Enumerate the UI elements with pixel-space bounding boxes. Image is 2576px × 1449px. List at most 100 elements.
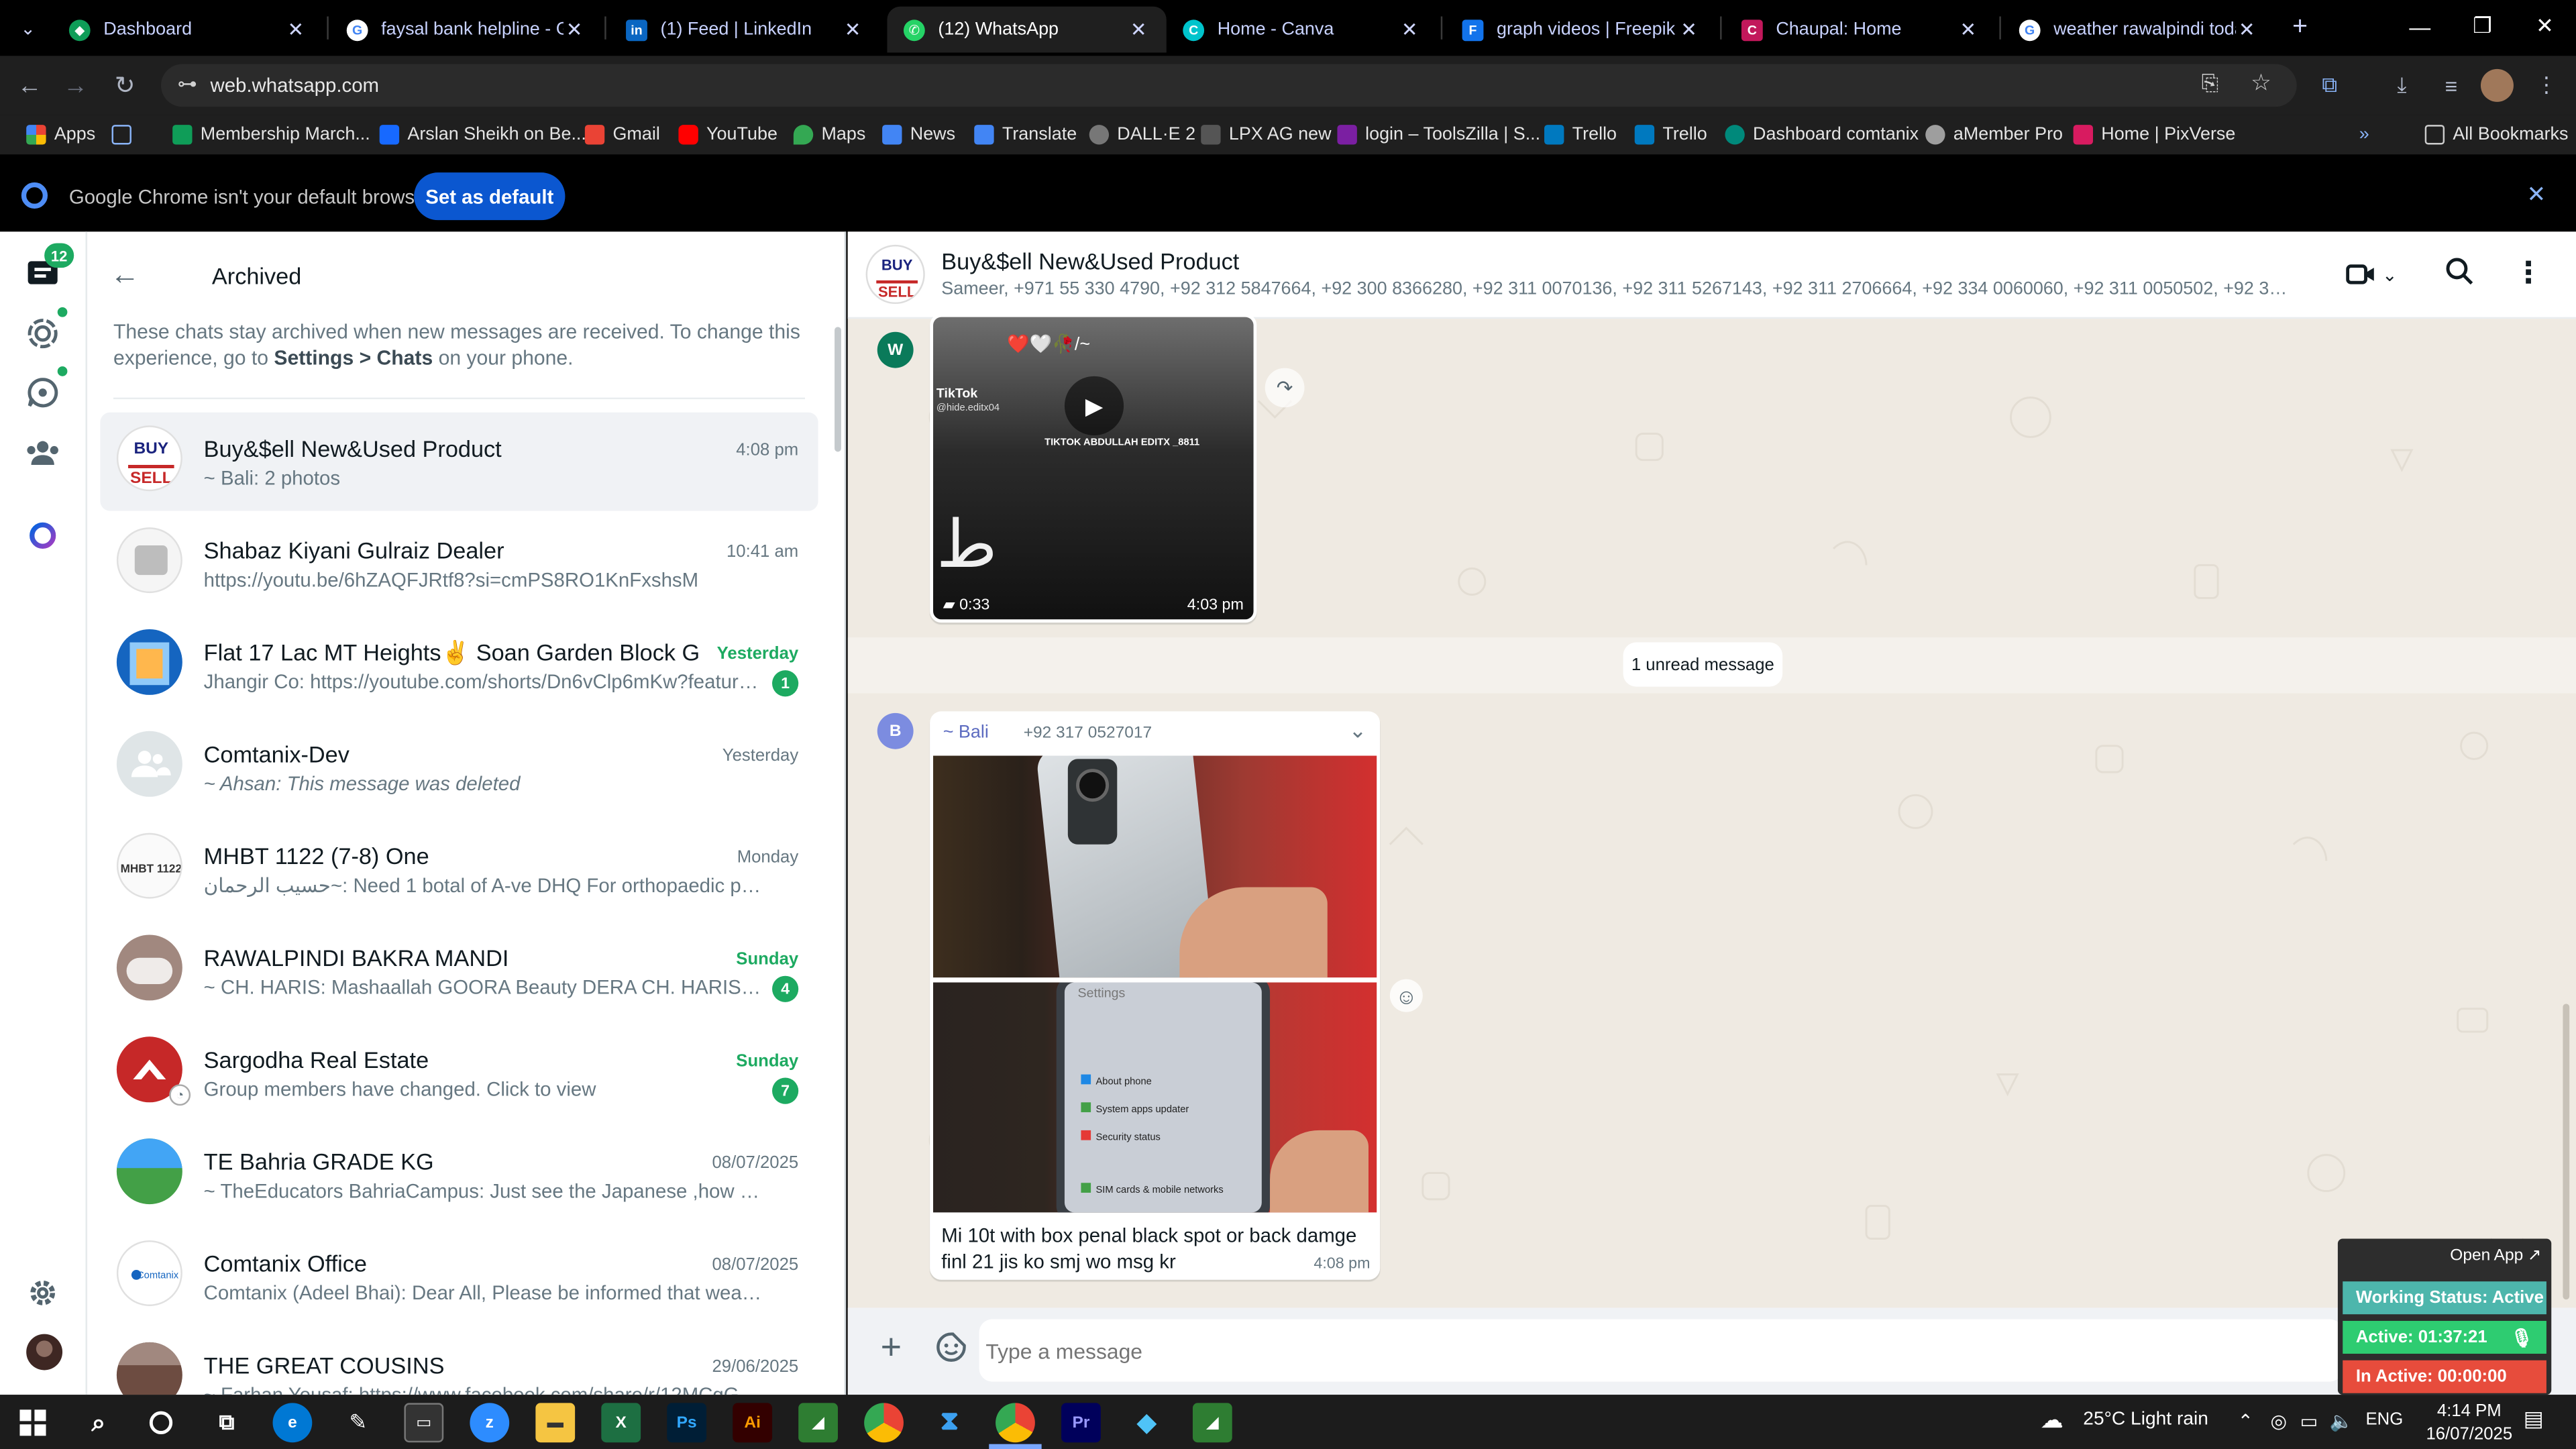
- photo-message-bubble[interactable]: ~ Bali +92 317 0527017 ⌄ Settings About …: [930, 711, 1381, 1280]
- volume-icon[interactable]: 🔈: [2330, 1409, 2353, 1432]
- task-view-icon[interactable]: ⧉: [207, 1403, 247, 1442]
- bookmark-youtube[interactable]: YouTube: [678, 121, 777, 148]
- sticker-emoji-icon[interactable]: [934, 1331, 967, 1364]
- back-arrow-icon[interactable]: ←: [10, 66, 50, 105]
- sender-avatar[interactable]: W: [877, 331, 914, 368]
- tab-close-icon[interactable]: ✕: [2237, 18, 2257, 41]
- sender-avatar[interactable]: B: [877, 712, 914, 749]
- file-explorer-icon[interactable]: ▬: [535, 1403, 576, 1443]
- sender-name[interactable]: ~ Bali: [943, 723, 989, 743]
- photoshop-icon[interactable]: Ps: [667, 1403, 707, 1443]
- video-call-dropdown[interactable]: ⌄: [2346, 258, 2405, 290]
- conversation-menu-icon[interactable]: ⋮: [2514, 256, 2543, 290]
- tab-linkedin[interactable]: in (1) Feed | LinkedIn ✕: [610, 7, 881, 53]
- bookmark-trello-2[interactable]: Trello: [1634, 121, 1707, 148]
- search-icon[interactable]: [2445, 256, 2477, 289]
- forward-icon[interactable]: ↷: [1265, 368, 1305, 408]
- bookmark-pixverse[interactable]: Home | PixVerse: [2073, 121, 2235, 148]
- cortana-icon[interactable]: [142, 1403, 181, 1442]
- bookmark-gmail[interactable]: Gmail: [584, 121, 660, 148]
- downloads-icon[interactable]: ⤓: [2382, 66, 2422, 105]
- profile-avatar[interactable]: [26, 1334, 63, 1371]
- tab-close-icon[interactable]: ✕: [1677, 18, 1700, 41]
- edge-icon[interactable]: e: [272, 1403, 313, 1443]
- weather-icon[interactable]: ☁: [2041, 1406, 2063, 1434]
- chat-row-sargodha[interactable]: ◔ Sargodha Real Estate Sunday Group memb…: [100, 1024, 818, 1122]
- chat-row-te-bahria[interactable]: TE Bahria GRADE KG 08/07/2025 ~ TheEduca…: [100, 1126, 818, 1224]
- more-bookmarks-chevron-icon[interactable]: »: [2359, 121, 2369, 148]
- bookmark-trello-1[interactable]: Trello: [1544, 121, 1617, 148]
- pen-tool-icon[interactable]: ✎: [338, 1403, 378, 1442]
- vscode-icon[interactable]: ⧗: [930, 1403, 969, 1442]
- tab-weather-search[interactable]: G weather rawalpindi today ✕: [2002, 7, 2273, 53]
- microphone-icon[interactable]: 🎙: [2510, 1327, 2533, 1348]
- app-green-icon[interactable]: ◢: [798, 1403, 838, 1443]
- status-icon[interactable]: [23, 314, 62, 354]
- react-emoji-icon[interactable]: ☺: [1389, 979, 1423, 1012]
- install-app-icon[interactable]: ⎘: [2202, 70, 2218, 97]
- tab-close-icon[interactable]: ✕: [564, 18, 584, 41]
- play-icon[interactable]: ▶: [1064, 376, 1124, 435]
- message-input-box[interactable]: [979, 1319, 2343, 1382]
- tab-freepik[interactable]: F graph videos | Freepik ✕: [1446, 7, 1717, 53]
- tab-google-search[interactable]: G faysal bank helpline - Go ✕: [330, 7, 601, 53]
- all-bookmarks[interactable]: All Bookmarks: [2424, 121, 2568, 148]
- search-icon[interactable]: ⌕: [79, 1403, 119, 1442]
- tab-groups-icon[interactable]: [111, 121, 140, 148]
- bookmark-dashboard-comtanix[interactable]: Dashboard comtanix: [1725, 121, 1919, 148]
- bookmark-behance[interactable]: Arslan Sheikh on Be...: [379, 121, 586, 148]
- tab-dashboard[interactable]: ◆ Dashboard ✕: [52, 7, 323, 53]
- chat-row-flat-17-lac[interactable]: Flat 17 Lac MT Heights✌️ Soan Garden Blo…: [100, 616, 818, 714]
- terminal-icon[interactable]: ▭: [404, 1403, 444, 1443]
- photo-phone-settings[interactable]: Settings About phone System apps updater…: [933, 982, 1377, 1213]
- weather-text[interactable]: 25°C Light rain: [2083, 1409, 2208, 1429]
- app-green-2-icon[interactable]: ◢: [1192, 1403, 1232, 1443]
- close-infobar-icon[interactable]: ✕: [2527, 180, 2546, 209]
- tray-app-icon[interactable]: ◎: [2270, 1409, 2287, 1432]
- excel-icon[interactable]: X: [601, 1403, 641, 1443]
- new-tab-plus-icon[interactable]: +: [2284, 11, 2316, 44]
- reload-icon[interactable]: ↻: [105, 66, 145, 105]
- profile-avatar[interactable]: [2480, 68, 2514, 102]
- minimize-window-icon[interactable]: —: [2389, 0, 2451, 52]
- chat-row-great-cousins[interactable]: THE GREAT COUSINS 29/06/2025 ~ Farhan Yo…: [100, 1329, 818, 1395]
- chat-row-comtanix-dev[interactable]: Comtanix-Dev Yesterday ~ Ahsan: This mes…: [100, 718, 818, 816]
- meta-ai-icon[interactable]: [23, 516, 62, 555]
- tab-chaupal[interactable]: C Chaupal: Home ✕: [1725, 7, 1996, 53]
- bookmark-maps[interactable]: Maps: [793, 121, 865, 148]
- communities-icon[interactable]: [23, 432, 62, 472]
- chat-row-comtanix-office[interactable]: Comtanix Comtanix Office 08/07/2025 Comt…: [100, 1227, 818, 1326]
- zoom-icon[interactable]: z: [470, 1403, 510, 1443]
- channels-icon[interactable]: [23, 373, 62, 413]
- clock[interactable]: 4:14 PM 16/07/2025: [2422, 1400, 2517, 1446]
- premiere-icon[interactable]: Pr: [1061, 1403, 1101, 1443]
- conversation-scrollbar[interactable]: [2563, 1004, 2570, 1300]
- set-default-button[interactable]: Set as default: [414, 172, 566, 221]
- bookmark-star-icon[interactable]: ☆: [2251, 69, 2271, 97]
- settings-gear-icon[interactable]: [23, 1273, 62, 1313]
- tray-chevron-icon[interactable]: ⌃: [2238, 1409, 2254, 1432]
- chrome-active-icon[interactable]: [996, 1403, 1035, 1443]
- chat-row-shabaz[interactable]: Shabaz Kiyani Gulraiz Dealer 10:41 am ht…: [100, 515, 818, 613]
- forward-arrow-icon[interactable]: →: [56, 66, 95, 105]
- message-menu-chevron-icon[interactable]: ⌄: [1349, 718, 1367, 744]
- network-icon[interactable]: ▭: [2300, 1409, 2318, 1432]
- chat-row-bakra-mandi[interactable]: RAWALPINDI BAKRA MANDI Sunday ~ CH. HARI…: [100, 922, 818, 1020]
- message-input[interactable]: [979, 1319, 2343, 1382]
- windows-start-icon[interactable]: [13, 1403, 53, 1442]
- tab-canva[interactable]: C Home - Canva ✕: [1167, 7, 1438, 53]
- video-message-bubble[interactable]: ❤️🤍🥀/~ TikTok @hide.editx04 ▶ TIKTOK ABD…: [930, 313, 1257, 623]
- reading-list-icon[interactable]: ≡: [2431, 66, 2471, 105]
- tab-close-icon[interactable]: ✕: [284, 18, 307, 41]
- chat-row-mhbt-1122[interactable]: MHBT 1122 MHBT 1122 (7-8) One Monday حسی…: [100, 820, 818, 918]
- list-scrollbar[interactable]: [835, 327, 841, 452]
- back-arrow-icon[interactable]: ←: [110, 258, 140, 292]
- bookmark-translate[interactable]: Translate: [974, 121, 1077, 148]
- bookmark-toolszilla[interactable]: login – ToolsZilla | S...: [1337, 121, 1540, 148]
- chrome-menu-icon[interactable]: ⋮: [2527, 66, 2567, 105]
- tab-whatsapp[interactable]: ✆ (12) WhatsApp ✕: [887, 6, 1167, 53]
- group-avatar[interactable]: BUY SELL: [865, 244, 925, 305]
- bookmark-amember[interactable]: aMember Pro: [1925, 121, 2063, 148]
- site-info-icon[interactable]: ⊶: [177, 72, 197, 95]
- tab-search-chevron-icon[interactable]: ⌄: [13, 13, 43, 43]
